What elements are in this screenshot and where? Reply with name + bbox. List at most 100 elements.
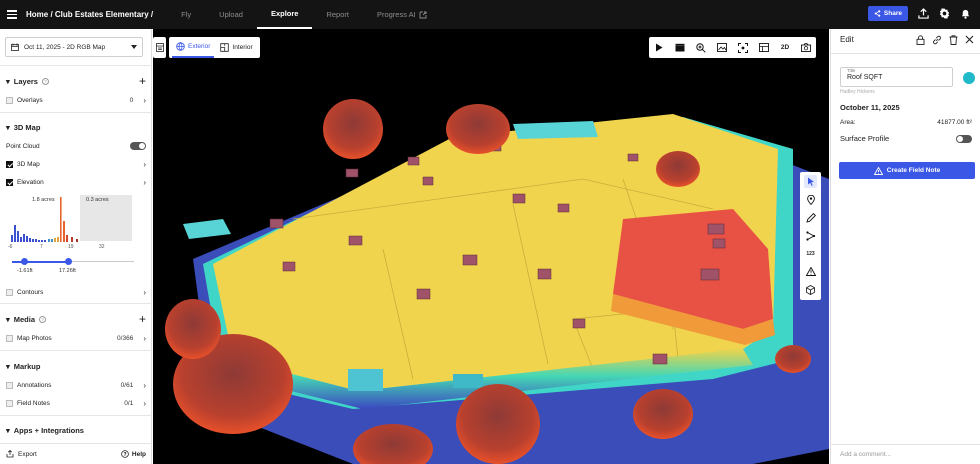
slider-max-handle[interactable]	[65, 258, 72, 265]
image-icon[interactable]	[716, 42, 728, 54]
lock-icon[interactable]	[916, 35, 925, 45]
nav-upload[interactable]: Upload	[205, 0, 257, 29]
chevron-right-icon[interactable]: ›	[143, 160, 146, 169]
slider-min-handle[interactable]	[21, 258, 28, 265]
chevron-right-icon[interactable]: ›	[143, 399, 146, 408]
media-section-header[interactable]: ▾ Media ? +	[0, 310, 152, 328]
elevation-checkbox[interactable]	[6, 178, 13, 186]
collapse-caret-icon: ▾	[6, 361, 10, 371]
elevation-row[interactable]: Elevation ›	[0, 174, 152, 190]
create-field-note-button[interactable]: Create Field Note	[839, 162, 975, 179]
nav-report[interactable]: Report	[312, 0, 363, 29]
pin-icon[interactable]	[804, 193, 817, 206]
gear-icon[interactable]	[938, 8, 950, 20]
field-notes-row[interactable]: Field Notes 0/1 ›	[0, 395, 152, 411]
histogram-tick: -6	[8, 244, 13, 250]
warning-icon[interactable]	[804, 265, 817, 278]
chevron-right-icon[interactable]: ›	[143, 288, 146, 297]
chevron-right-icon[interactable]: ›	[143, 334, 146, 343]
surface-profile-label: Surface Profile	[840, 134, 890, 143]
play-icon[interactable]	[653, 42, 665, 54]
upload-icon[interactable]	[917, 8, 929, 20]
map3d-section-header[interactable]: ▾ 3D Map	[0, 118, 152, 136]
link-icon[interactable]	[932, 35, 942, 45]
title-field[interactable]: Title Roof SQFT	[840, 67, 953, 87]
annotations-count: 0/61	[120, 381, 134, 389]
menu-icon[interactable]	[7, 10, 17, 19]
elevation-3d-render[interactable]	[153, 29, 829, 464]
map-photos-row[interactable]: Map Photos 0/366 ›	[0, 330, 152, 346]
surface-profile-toggle[interactable]	[956, 135, 972, 143]
map3d-checkbox[interactable]	[6, 160, 13, 168]
chevron-right-icon[interactable]: ›	[143, 96, 146, 105]
title-field-value[interactable]: Roof SQFT	[847, 74, 882, 81]
nav-explore[interactable]: Explore	[256, 0, 313, 29]
add-media-button[interactable]: +	[139, 312, 146, 326]
chevron-right-icon[interactable]: ›	[143, 381, 146, 390]
divider	[831, 53, 980, 54]
map-viewport[interactable]: Exterior Interior 2D 123	[153, 29, 829, 464]
info-icon[interactable]: ?	[39, 315, 47, 323]
add-layer-button[interactable]: +	[139, 74, 146, 88]
point-cloud-toggle[interactable]	[130, 142, 146, 150]
interior-option[interactable]: Interior	[216, 37, 256, 58]
help-label: Help	[131, 450, 146, 458]
focus-icon[interactable]	[737, 42, 749, 54]
apps-section-header[interactable]: ▾ Apps + Integrations	[0, 421, 152, 439]
info-icon[interactable]: ?	[41, 77, 49, 85]
histogram-right-label: 0.3 acres	[86, 197, 109, 203]
view-2d-button[interactable]: 2D	[779, 42, 791, 54]
histogram-tick: 32	[99, 244, 105, 250]
markup-section-header[interactable]: ▾ Markup	[0, 357, 152, 375]
exterior-option[interactable]: Exterior	[172, 37, 215, 58]
comment-input[interactable]: Add a comment...	[831, 444, 980, 464]
histogram-tick: 7	[40, 244, 43, 250]
close-icon[interactable]	[965, 35, 974, 44]
panel-toggle-button[interactable]	[153, 37, 166, 58]
export-button[interactable]: Export	[18, 451, 37, 458]
elevation-range-slider[interactable]	[12, 258, 134, 265]
help-button[interactable]: ? Help	[121, 450, 146, 458]
divider	[0, 303, 152, 304]
date-map-select-value: Oct 11, 2025 - 2D RGB Map	[24, 43, 106, 51]
contours-checkbox[interactable]	[6, 288, 13, 296]
cube-icon[interactable]	[804, 283, 817, 296]
map-photos-checkbox[interactable]	[6, 334, 13, 342]
layout-icon[interactable]	[758, 42, 770, 54]
annotations-row[interactable]: Annotations 0/61 ›	[0, 377, 152, 393]
contours-row[interactable]: Contours ›	[0, 284, 152, 300]
share-button[interactable]: Share	[867, 6, 908, 21]
route-icon[interactable]	[804, 229, 817, 242]
nav-fly[interactable]: Fly	[167, 0, 205, 29]
annotations-checkbox[interactable]	[6, 381, 13, 389]
export-icon	[6, 450, 14, 458]
layers-section-header[interactable]: ▾ Layers ? +	[0, 72, 152, 90]
zoom-icon[interactable]	[695, 42, 707, 54]
pencil-icon[interactable]	[804, 211, 817, 224]
trash-icon[interactable]	[949, 35, 958, 45]
clapper-icon[interactable]	[674, 42, 686, 54]
note-date: October 11, 2025	[840, 103, 900, 112]
pointer-icon[interactable]	[804, 175, 817, 188]
collapse-caret-icon: ▾	[6, 314, 10, 324]
create-field-note-label: Create Field Note	[886, 167, 941, 174]
calendar-icon	[11, 43, 19, 51]
date-map-select[interactable]: Oct 11, 2025 - 2D RGB Map	[5, 37, 143, 57]
color-swatch[interactable]	[963, 72, 975, 84]
chevron-down-icon[interactable]: ›	[143, 178, 146, 187]
overlays-row[interactable]: Overlays 0 ›	[0, 92, 152, 108]
camera-icon[interactable]	[800, 42, 812, 54]
divider	[0, 350, 152, 351]
point-cloud-row: Point Cloud	[0, 138, 152, 154]
map3d-row[interactable]: 3D Map ›	[0, 156, 152, 172]
overlays-checkbox[interactable]	[6, 96, 13, 104]
title-field-label: Title	[847, 68, 856, 73]
measure-count-button[interactable]: 123	[804, 247, 817, 260]
nav-progress-ai[interactable]: Progress AI	[363, 0, 441, 29]
bell-icon[interactable]	[959, 8, 971, 20]
measurement-toolbar: 123	[800, 172, 821, 300]
field-notes-count: 0/1	[124, 399, 134, 407]
edit-panel: Edit Title Roof SQFT Hadley Hickens Octo…	[830, 29, 980, 464]
field-notes-checkbox[interactable]	[6, 399, 13, 407]
breadcrumb[interactable]: Home / Club Estates Elementary /	[26, 10, 153, 19]
